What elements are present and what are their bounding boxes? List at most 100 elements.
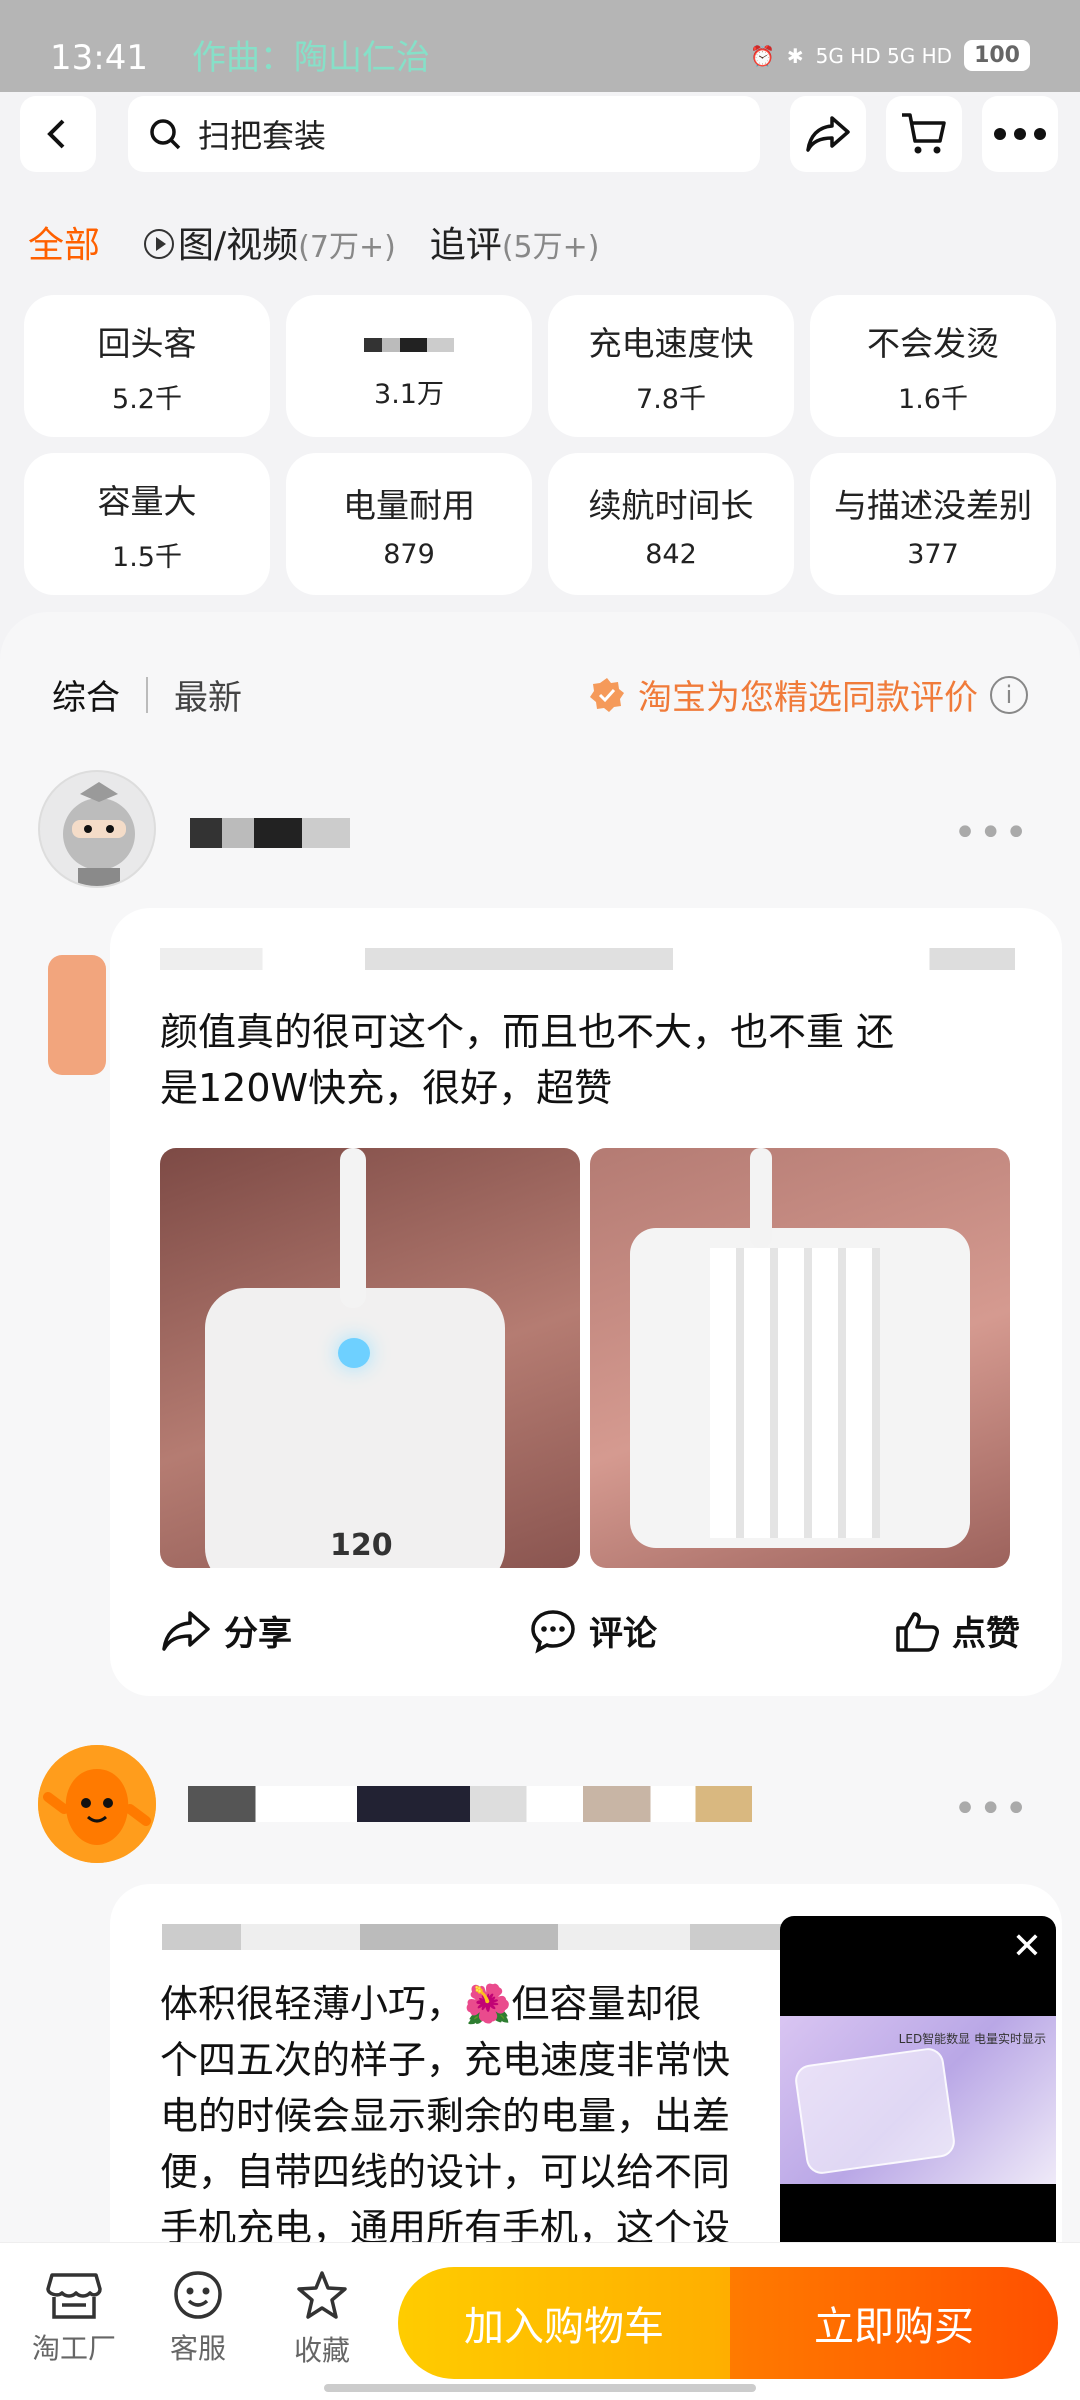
video-frame: LED智能数显 电量实时显示 (780, 2016, 1056, 2184)
tab-all[interactable]: 全部 (28, 216, 100, 268)
tag-count: 7.8千 (636, 383, 706, 415)
store-icon (46, 2273, 102, 2319)
alarm-icon: ⏰ (749, 43, 775, 68)
comment-label: 评论 (589, 1614, 657, 1654)
cart-button[interactable] (886, 96, 962, 172)
now-playing-lyric: 作曲：陶山仁治 (192, 38, 430, 78)
tab-media-count: (7万+) (298, 230, 396, 265)
like-action[interactable]: 点赞 (894, 1606, 1020, 1655)
share-icon (806, 116, 850, 152)
power-bank-photo (205, 1288, 505, 1568)
review-text-line: 便，自带四线的设计，可以给不同 (160, 2150, 731, 2194)
photo-caption: 120 (330, 1528, 393, 1563)
comment-icon (531, 1609, 575, 1653)
review-text-line: 颜值真的很可这个，而且也不大，也不重 还 (160, 1010, 895, 1054)
review-meta-blurred (160, 948, 1015, 970)
review-card: 颜值真的很可这个，而且也不大，也不重 还 是120W快充，很好，超赞 120 分… (110, 908, 1062, 1696)
tag-chip[interactable]: 3.1万 (286, 295, 532, 437)
bottom-action-bar: 淘工厂 客服 收藏 加入购物车 立即购买 (0, 2242, 1080, 2400)
review-tag-grid: 回头客 5.2千 3.1万 充电速度快 7.8千 不会发烫 1.6千 容量大 1.5千 … (24, 295, 1056, 595)
curated-reviews-label: 淘宝为您精选同款评价 (638, 678, 978, 718)
more-dots-icon (994, 128, 1046, 140)
verified-badge-icon (590, 677, 624, 712)
review-more-button[interactable]: ••• (953, 1786, 1030, 1832)
tag-chip[interactable]: 续航时间长 842 (548, 453, 794, 595)
tag-count: 5.2千 (112, 383, 182, 415)
avatar[interactable] (38, 770, 156, 888)
favorite-label: 收藏 (293, 2334, 350, 2367)
tag-name-blurred (364, 321, 454, 360)
tab-followup-count: (5万+) (501, 230, 600, 265)
tab-followup[interactable]: 追评 (5万+) (430, 216, 600, 268)
cable-photo (340, 1148, 366, 1308)
review-meta-blurred (162, 1924, 822, 1950)
curated-reviews-notice[interactable]: 淘宝为您精选同款评价 i (588, 670, 1028, 719)
more-button[interactable] (982, 96, 1058, 172)
tab-media-label: 图/视频 (178, 225, 299, 266)
tag-name: 回头客 (97, 323, 197, 363)
tag-name: 电量耐用 (343, 485, 475, 525)
share-button[interactable] (790, 96, 866, 172)
review-text: 体积很轻薄小巧，🌺但容量却很 个四五次的样子，充电速度非常快 电的时候会显示剩余… (160, 1976, 780, 2256)
factory-label: 淘工厂 (31, 2332, 116, 2365)
customer-service-label: 客服 (169, 2332, 226, 2365)
home-indicator (324, 2384, 756, 2392)
favorite-button[interactable]: 收藏 (272, 2269, 372, 2369)
sort-comprehensive[interactable]: 综合 (52, 670, 120, 719)
system-icons: ⏰ ✱ 5G HD 5G HD 100 (750, 40, 1030, 71)
review-more-button[interactable]: ••• (953, 810, 1030, 856)
ninja-avatar-icon (63, 782, 135, 886)
sort-latest[interactable]: 最新 (174, 670, 242, 719)
side-decoration (48, 955, 106, 1075)
username-blurred (188, 1786, 752, 1822)
info-icon[interactable]: i (990, 675, 1028, 714)
tab-media[interactable]: 图/视频 (7万+) (144, 216, 396, 268)
tag-chip[interactable]: 电量耐用 879 (286, 453, 532, 595)
buy-now-button[interactable]: 立即购买 (730, 2267, 1058, 2379)
back-button[interactable] (20, 96, 96, 172)
review-text-line: 电的时候会显示剩余的电量，出差 (160, 2094, 731, 2138)
led-light (338, 1338, 370, 1368)
share-icon (162, 1610, 210, 1651)
customer-service-icon (174, 2271, 222, 2319)
tag-chip[interactable]: 不会发烫 1.6千 (810, 295, 1056, 437)
tag-count: 377 (907, 538, 959, 570)
tag-name: 与描述没差别 (834, 485, 1032, 525)
tag-chip[interactable]: 回头客 5.2千 (24, 295, 270, 437)
tag-count: 879 (383, 538, 435, 570)
tag-chip[interactable]: 充电速度快 7.8千 (548, 295, 794, 437)
tag-name: 不会发烫 (867, 323, 999, 363)
close-icon[interactable]: ✕ (1012, 1926, 1042, 1967)
sort-divider (146, 676, 148, 713)
tag-chip[interactable]: 容量大 1.5千 (24, 453, 270, 595)
review-text-line: 是120W快充，很好，超赞 (160, 1066, 613, 1110)
tag-name: 容量大 (97, 481, 197, 521)
tag-name: 充电速度快 (588, 323, 754, 363)
battery-indicator: 100 (964, 40, 1030, 71)
tag-count: 3.1万 (374, 379, 444, 410)
comment-action[interactable]: 评论 (529, 1606, 657, 1655)
star-icon (297, 2271, 347, 2319)
avatar[interactable] (38, 1745, 156, 1863)
customer-service-button[interactable]: 客服 (148, 2269, 248, 2367)
review-photo[interactable]: 120 (160, 1148, 580, 1568)
like-label: 点赞 (952, 1614, 1020, 1654)
add-to-cart-button[interactable]: 加入购物车 (398, 2267, 730, 2379)
back-arrow-icon (47, 119, 65, 149)
tag-count: 1.5千 (112, 541, 182, 573)
share-label: 分享 (224, 1614, 292, 1654)
factory-button[interactable]: 淘工厂 (24, 2269, 124, 2367)
review-photo[interactable] (590, 1148, 1010, 1568)
search-bar[interactable]: 扫把套装 (128, 96, 760, 172)
tag-count: 1.6千 (898, 383, 968, 415)
mascot-avatar-icon (38, 1745, 156, 1863)
share-action[interactable]: 分享 (160, 1606, 292, 1655)
floating-video-player[interactable]: ✕ LED智能数显 电量实时显示 (780, 1916, 1056, 2284)
review-text-line: 体积很轻薄小巧，🌺但容量却很 (160, 1982, 702, 2026)
tag-count: 842 (645, 538, 697, 570)
tag-chip[interactable]: 与描述没差别 377 (810, 453, 1056, 595)
cable-photo (750, 1148, 772, 1248)
tag-name: 续航时间长 (588, 485, 754, 525)
bluetooth-icon: ✱ (786, 43, 804, 68)
network-indicator: 5G HD 5G HD (815, 43, 953, 68)
